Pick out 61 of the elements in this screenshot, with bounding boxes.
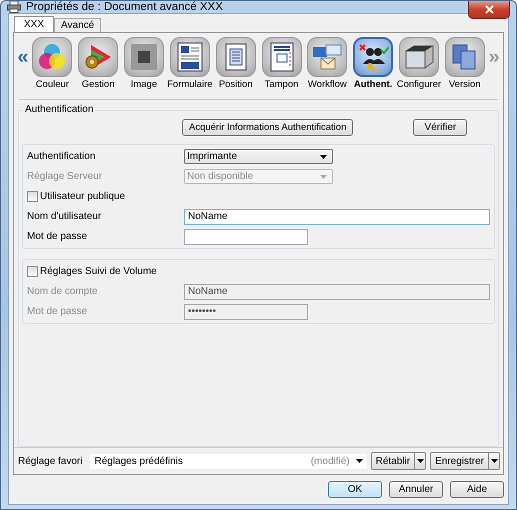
group-title: Authentification [23, 104, 96, 115]
checkbox[interactable] [27, 191, 38, 202]
stamp-page-icon [268, 42, 295, 72]
close-button[interactable] [468, 1, 510, 19]
category-label: Formulaire [167, 79, 213, 90]
verify-button[interactable]: Vérifier [413, 119, 468, 136]
printer-icon [7, 1, 21, 13]
caret-icon [320, 154, 327, 158]
category-button[interactable] [398, 37, 439, 77]
restore-split-button[interactable]: Rétablir [370, 452, 426, 470]
category-label: Image [130, 79, 158, 90]
caret-icon [320, 174, 327, 178]
category-label: Authent. [354, 79, 392, 90]
checkbox-label: Utilisateur publique [40, 191, 126, 202]
tab[interactable]: XXX [14, 16, 54, 32]
acquire-button[interactable]: Acquérir Informations Authentification [182, 119, 354, 136]
dialog-button[interactable]: OK [328, 481, 382, 498]
form-page-icon [176, 42, 203, 72]
dropdown[interactable]: Imprimante [184, 149, 333, 164]
field-label: Mot de passe [27, 306, 88, 317]
field-label: Nom d'utilisateur [27, 211, 102, 222]
save-split-button[interactable]: Enregistrer [430, 452, 500, 470]
favorite-dropdown[interactable]: Réglages prédéfinis (modifié) [90, 454, 367, 468]
category-button[interactable] [124, 37, 164, 77]
field-label: Réglage Serveur [27, 171, 104, 182]
dialog-button[interactable]: Aide [450, 481, 504, 498]
category-label: Gestion [82, 79, 114, 90]
field-label: Nom de compte [27, 286, 99, 297]
category-label: Workflow [308, 79, 347, 90]
image-icon [128, 42, 159, 72]
category-button[interactable] [262, 37, 302, 77]
category-button[interactable] [444, 37, 485, 77]
caret-icon [416, 459, 424, 463]
category-button[interactable] [353, 37, 394, 77]
category-label: Version [448, 79, 481, 90]
page-position-icon [222, 42, 249, 72]
close-icon [484, 5, 494, 14]
modified-note: (modifié) [310, 456, 350, 466]
checkbox-label: Réglages Suivi de Volume [40, 266, 157, 277]
field-label: Mot de passe [27, 231, 88, 242]
caret-icon [356, 459, 363, 463]
window-title: Propriétés de : Document avancé XXX [26, 1, 223, 13]
category-label: Tampon [264, 79, 298, 90]
gear-spectrum-icon [83, 42, 114, 72]
color-circles-icon [37, 42, 68, 72]
category-button[interactable] [216, 37, 256, 77]
field-label: Réglage favori [18, 456, 82, 466]
text-field[interactable] [184, 228, 308, 244]
scroll-left-arrow[interactable]: « [17, 37, 29, 77]
category-label: Couleur [36, 79, 69, 90]
users-key-icon [357, 42, 390, 72]
checkbox[interactable] [27, 266, 38, 277]
field-label: Authentification [27, 151, 96, 162]
text-field[interactable]: NoName [184, 208, 490, 224]
caret-icon [490, 459, 498, 463]
mail-documents-icon [311, 42, 344, 72]
dialog-button[interactable]: Annuler [389, 481, 443, 498]
category-label: Position [218, 79, 253, 90]
tab[interactable]: Avancé [54, 18, 102, 32]
category-button[interactable] [170, 37, 210, 77]
category-label: Configurer [396, 79, 442, 90]
